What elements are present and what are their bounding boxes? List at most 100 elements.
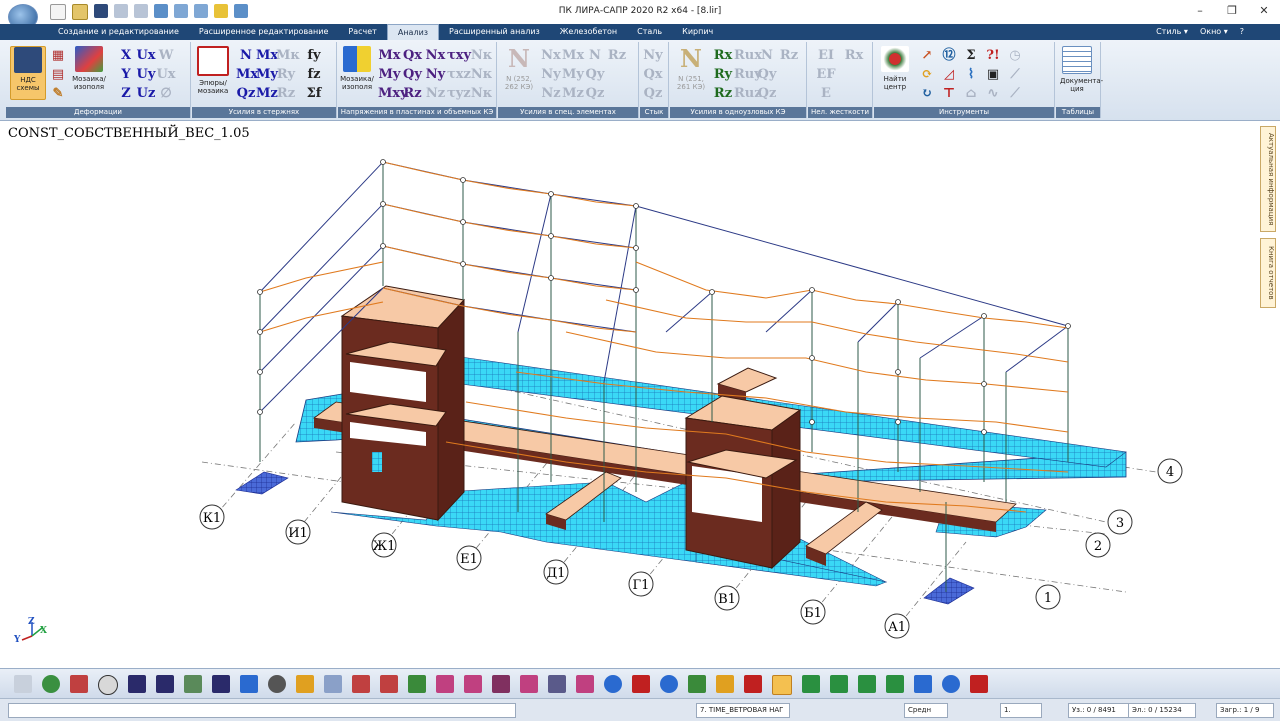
qz-icon[interactable]: Qz: [236, 84, 256, 103]
tab-create-edit[interactable]: Создание и редактирование: [48, 24, 189, 40]
my-icon[interactable]: My: [256, 65, 278, 84]
window-menu[interactable]: Окно ▾: [1200, 24, 1228, 40]
perspective-icon[interactable]: [914, 675, 932, 693]
maximize-button[interactable]: ❐: [1216, 2, 1248, 20]
tool-section-icon[interactable]: ◿: [938, 65, 960, 84]
style-menu[interactable]: Стиль ▾: [1156, 24, 1188, 40]
move-icon[interactable]: [184, 675, 202, 693]
tab-advanced-analysis[interactable]: Расширенный анализ: [439, 24, 550, 40]
tab-advanced-edit[interactable]: Расширенное редактирование: [189, 24, 339, 40]
n-icon[interactable]: N: [236, 46, 256, 65]
mx2-icon[interactable]: Mx: [236, 65, 258, 84]
tool-pin-icon[interactable]: ⊤: [938, 84, 960, 103]
plate-qx-icon[interactable]: Qx: [401, 46, 424, 65]
ef-icon[interactable]: [240, 675, 258, 693]
tool-film-icon[interactable]: ▣: [982, 65, 1004, 84]
special-n-button[interactable]: N N (252, 262 КЭ): [502, 46, 536, 98]
sn-rz2-icon[interactable]: Rz: [712, 84, 734, 103]
uz-icon[interactable]: Uz: [136, 84, 156, 103]
zoom-icon[interactable]: [604, 675, 622, 693]
building-icon[interactable]: [548, 675, 566, 693]
minimize-button[interactable]: –: [1184, 2, 1216, 20]
grid-icon[interactable]: [212, 675, 230, 693]
plate-rz-icon[interactable]: Rz: [401, 84, 424, 103]
command-line[interactable]: [8, 703, 516, 718]
step-field[interactable]: 1.: [1000, 703, 1042, 718]
report-book-tab[interactable]: Книга отчетов: [1260, 238, 1276, 308]
column-icon[interactable]: [520, 675, 538, 693]
fy-icon[interactable]: fy: [304, 46, 324, 65]
single-node-n-button[interactable]: N N (251, 261 КЭ): [674, 46, 708, 98]
diagrams-mosaic-button[interactable]: Эпюры/ мозаика: [196, 46, 230, 98]
y-component-icon[interactable]: Y: [116, 65, 136, 84]
brush-icon[interactable]: [268, 675, 286, 693]
layers-icon[interactable]: [576, 675, 594, 693]
plate-my-icon[interactable]: My: [378, 65, 401, 84]
help-menu[interactable]: ?: [1240, 24, 1244, 40]
plate-mx-icon[interactable]: Mx: [378, 46, 401, 65]
3d-axes-icon[interactable]: [802, 675, 820, 693]
pin-icon[interactable]: [408, 675, 426, 693]
mz-icon[interactable]: Mz: [256, 84, 278, 103]
flip-icon[interactable]: [352, 675, 370, 693]
frame-icon[interactable]: ▦: [48, 46, 68, 65]
mx-icon[interactable]: Mx: [256, 46, 278, 65]
frame-red-icon[interactable]: [380, 675, 398, 693]
ndc-scheme-button[interactable]: НДС схемы: [10, 46, 46, 100]
mosaic-isofield-button[interactable]: Мозаика/ изополя: [72, 46, 106, 98]
ux-icon[interactable]: Ux: [136, 46, 156, 65]
tab-analysis[interactable]: Анализ: [386, 24, 440, 40]
select-shape-icon[interactable]: [14, 675, 32, 693]
tool-arrow-icon[interactable]: ↗: [916, 46, 938, 65]
uy-icon[interactable]: Uy: [136, 65, 156, 84]
core-left[interactable]: [340, 285, 465, 522]
plate-txy-icon[interactable]: τxy: [447, 46, 471, 65]
plate-mosaic-button[interactable]: Мозаика/ изополя: [340, 46, 374, 98]
model-viewport[interactable]: К1 И1 Ж1 Е1 Д1 Г1 В1 Б1 А1 1 2 3 4 Z X Y: [6, 122, 1258, 666]
xz-plane-icon[interactable]: [830, 675, 848, 693]
pencil-icon[interactable]: ✎: [48, 84, 68, 103]
documentation-button[interactable]: Документа- ция: [1060, 46, 1103, 98]
plate-mxy-icon[interactable]: Mxy: [378, 84, 408, 103]
frame-red-icon[interactable]: ▤: [48, 65, 68, 84]
tool-sum-icon[interactable]: Σ: [960, 46, 982, 65]
tab-steel[interactable]: Сталь: [627, 24, 672, 40]
axes-active-icon[interactable]: [772, 675, 792, 695]
sum-f-icon[interactable]: Σf: [304, 84, 324, 103]
time-case-select[interactable]: 7. TIME_ВЕТРОВАЯ НАГ: [696, 703, 790, 718]
chart-bars-icon[interactable]: [296, 675, 314, 693]
axes-red-icon[interactable]: [970, 675, 988, 693]
filter-icon[interactable]: [324, 675, 342, 693]
vertical-bars-icon[interactable]: [128, 675, 146, 693]
tool-rotate-icon[interactable]: ↻: [916, 84, 938, 103]
z-component-icon[interactable]: Z: [116, 84, 136, 103]
plate-qy-icon[interactable]: Qy: [401, 65, 424, 84]
tool-count-icon[interactable]: ⑫: [938, 46, 960, 65]
tool-alert-icon[interactable]: ?!: [982, 46, 1004, 65]
plate-nx-icon[interactable]: Nx: [424, 46, 447, 65]
minus-circle-icon[interactable]: [98, 675, 118, 695]
yz-plane-icon[interactable]: [886, 675, 904, 693]
pillar-icon[interactable]: [436, 675, 454, 693]
sn-ry-icon[interactable]: Ry: [712, 65, 734, 84]
tool-deform-icon[interactable]: ⌇: [960, 65, 982, 84]
plate-ny-icon[interactable]: Ny: [424, 65, 447, 84]
axis-l-icon[interactable]: [688, 675, 706, 693]
xy-plane-icon[interactable]: [858, 675, 876, 693]
x-component-icon[interactable]: X: [116, 46, 136, 65]
tab-brick[interactable]: Кирпич: [672, 24, 723, 40]
rotate-icon[interactable]: [942, 675, 960, 693]
fz-icon[interactable]: fz: [304, 65, 324, 84]
close-button[interactable]: ✕: [1248, 2, 1280, 20]
eraser-icon[interactable]: [744, 675, 762, 693]
frame-select-icon[interactable]: [70, 675, 88, 693]
zoom-cancel-icon[interactable]: [632, 675, 650, 693]
tab-reinforced-concrete[interactable]: Железобетон: [550, 24, 627, 40]
tab-calculation[interactable]: Расчет: [338, 24, 386, 40]
scale-select[interactable]: Средн: [904, 703, 948, 718]
pencil-icon[interactable]: [716, 675, 734, 693]
model-drawing[interactable]: К1 И1 Ж1 Е1 Д1 Г1 В1 Б1 А1 1 2 3 4 Z X Y: [6, 122, 1258, 666]
node-target-icon[interactable]: [42, 675, 60, 693]
stack-icon[interactable]: [492, 675, 510, 693]
horizontal-bars-icon[interactable]: [156, 675, 174, 693]
